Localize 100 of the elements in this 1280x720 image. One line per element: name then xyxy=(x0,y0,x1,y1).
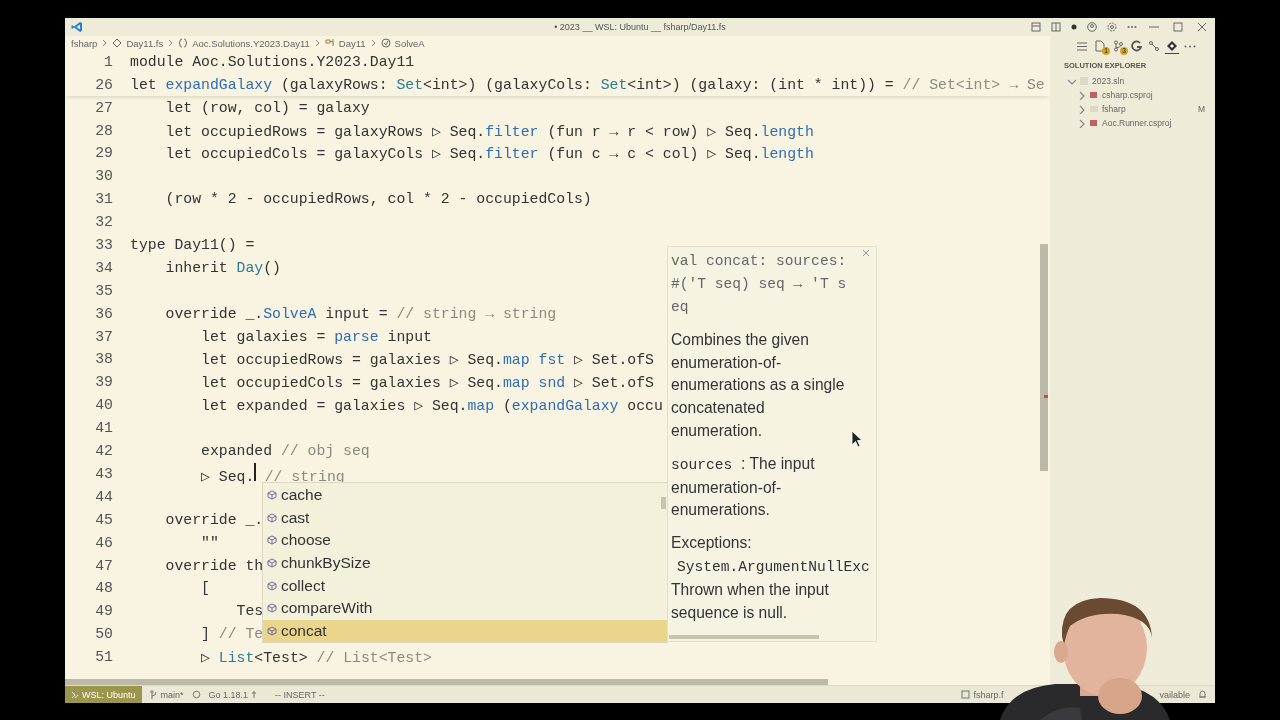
line-number: 30 xyxy=(94,168,113,185)
pin-icon xyxy=(251,690,258,700)
branch-icon xyxy=(149,690,158,700)
settings-icon[interactable] xyxy=(1107,22,1117,33)
code-line: (row * 2 - occupiedRows, col * 2 - occupiedCols) xyxy=(164,191,592,208)
breadcrumb-item[interactable]: Day11 xyxy=(338,37,366,49)
vscode-logo-icon xyxy=(71,21,83,34)
cube-icon xyxy=(267,512,277,523)
line-number: 31 xyxy=(94,191,113,208)
braces-icon xyxy=(178,38,189,49)
line-number: 27 xyxy=(94,99,113,116)
cube-icon xyxy=(267,603,277,614)
horizontal-scrollbar[interactable] xyxy=(65,679,828,686)
line-number: 44 xyxy=(94,488,113,505)
completion-item[interactable]: collect xyxy=(263,574,667,597)
close-icon[interactable] xyxy=(862,249,870,258)
modified-label: M xyxy=(1197,104,1205,115)
line-number: 45 xyxy=(94,511,113,528)
diamond-icon xyxy=(1166,40,1178,53)
code-line: let occupiedRows = galaxyRows ▷ Seq.filter (fun r → r < row) ▷ Seq.length xyxy=(164,122,814,140)
tree-item[interactable]: 2023.sln xyxy=(1092,76,1125,87)
exception-type: System.ArgumentNullExc xyxy=(676,558,870,578)
code-line: ] // Te xyxy=(200,626,264,643)
completion-item[interactable]: cache xyxy=(263,483,667,507)
code-line: let expandGalaxy (galaxyRows: Set<int>) (galaxyCols: Set<int>) (galaxy: (int * int)) = // Set<int> → Se xyxy=(130,76,1045,93)
tree-item[interactable]: Aoc.Runner.csproj xyxy=(1102,118,1172,129)
code-line: let galaxies = parse input xyxy=(200,328,432,345)
go-version-button[interactable]: Go 1.18.1 xyxy=(208,689,258,700)
completion-item[interactable]: cast xyxy=(263,506,667,529)
line-number: 43 xyxy=(94,465,113,482)
remote-icon xyxy=(71,690,79,699)
cube-icon xyxy=(267,489,277,500)
code-line: let occupiedCols = galaxyCols ▷ Seq.filter (fun c → c < col) ▷ Seq.length xyxy=(164,145,814,163)
method-icon xyxy=(380,38,391,49)
close-icon[interactable] xyxy=(1195,22,1209,33)
class-icon xyxy=(324,38,335,49)
code-line: let occupiedRows = galaxies ▷ Seq.map fst ▷ Set.ofS xyxy=(200,351,654,369)
file-icon xyxy=(112,38,123,49)
line-number: 40 xyxy=(94,397,113,414)
breadcrumb-item[interactable]: fsharp xyxy=(71,37,98,49)
code-line: Tes xyxy=(235,603,264,620)
sync-icon[interactable] xyxy=(191,690,201,700)
cube-icon xyxy=(267,535,277,546)
file-button[interactable]: fsharp.f xyxy=(961,689,1004,700)
completion-item[interactable]: chunkBySize xyxy=(263,551,667,575)
split-editor-icon[interactable] xyxy=(1051,22,1061,33)
line-number: 46 xyxy=(94,534,113,551)
vertical-scrollbar[interactable] xyxy=(1040,244,1048,472)
signature-text: val concat: sources: #('T seq) seq → 'T seq xyxy=(671,252,848,318)
project-icon xyxy=(1089,118,1099,129)
code-line: let occupiedCols = galaxies ▷ Seq.map snd ▷ Set.ofS xyxy=(200,374,654,392)
parameter-description: sources : The input enumeration-of-enumerations. xyxy=(671,453,816,521)
cube-icon xyxy=(267,557,277,568)
line-number: 51 xyxy=(94,649,113,666)
chevron-icon xyxy=(313,38,321,49)
code-line: override th xyxy=(164,557,264,574)
line-number: 47 xyxy=(94,557,113,574)
line-number: 41 xyxy=(94,420,113,437)
line-number: 50 xyxy=(94,626,113,643)
line-number: 49 xyxy=(94,603,113,620)
horizontal-scrollbar[interactable] xyxy=(669,635,819,640)
branch-icon xyxy=(1113,40,1123,53)
status-text: vailable xyxy=(1159,689,1190,700)
line-number: 33 xyxy=(94,237,113,254)
toolbar-button[interactable] xyxy=(1165,39,1179,55)
code-line: let expanded = galaxies ▷ Seq.map (expandGalaxy occu xyxy=(200,397,663,415)
account-icon[interactable] xyxy=(1087,22,1097,33)
remote-button[interactable]: WSL: Ubuntu xyxy=(65,686,142,703)
code-line: expanded // obj seq xyxy=(200,443,370,460)
line-number: 32 xyxy=(94,214,113,231)
tree-item[interactable]: csharp.csproj xyxy=(1102,90,1153,101)
breadcrumb-item[interactable]: Day11.fs xyxy=(126,37,164,49)
completion-item[interactable]: choose xyxy=(263,528,667,552)
line-number: 29 xyxy=(94,145,113,162)
line-number: 37 xyxy=(94,328,113,345)
breadcrumb-item[interactable]: SolveA xyxy=(394,37,425,49)
cube-icon xyxy=(267,580,277,591)
chevron-icon xyxy=(167,38,175,49)
error-marker xyxy=(1044,395,1048,399)
more-icon[interactable] xyxy=(1127,25,1137,30)
branch-button[interactable]: main* xyxy=(149,689,184,700)
layout-icon[interactable] xyxy=(1031,22,1041,33)
code-line: override _. xyxy=(164,511,264,528)
completion-item[interactable]: concat xyxy=(263,619,667,643)
line-number: 1 xyxy=(103,53,113,70)
tree-item[interactable]: fsharp xyxy=(1102,104,1126,115)
completion-item[interactable]: compareWith xyxy=(263,596,667,620)
line-number: 42 xyxy=(94,443,113,460)
line-number: 35 xyxy=(94,282,113,299)
description-text: Combines the given enumeration-of-enumerations as a single concatenated enumeration. xyxy=(671,329,846,442)
window-title: • 2023 __ WSL: Ubuntu __ fsharp/Day11.fs xyxy=(554,22,726,33)
line-number: 28 xyxy=(94,122,113,139)
maximize-icon[interactable] xyxy=(1171,22,1185,33)
graph-icon xyxy=(1148,40,1160,53)
breadcrumb-item[interactable]: Aoc.Solutions.Y2023.Day11 xyxy=(192,37,310,49)
line-number: 26 xyxy=(94,76,113,93)
exceptions-heading: Exceptions: xyxy=(671,533,752,554)
bell-icon[interactable] xyxy=(1198,690,1207,700)
code-line: let (row, col) = galaxy xyxy=(164,99,370,116)
scroll-thumb[interactable] xyxy=(661,497,666,510)
